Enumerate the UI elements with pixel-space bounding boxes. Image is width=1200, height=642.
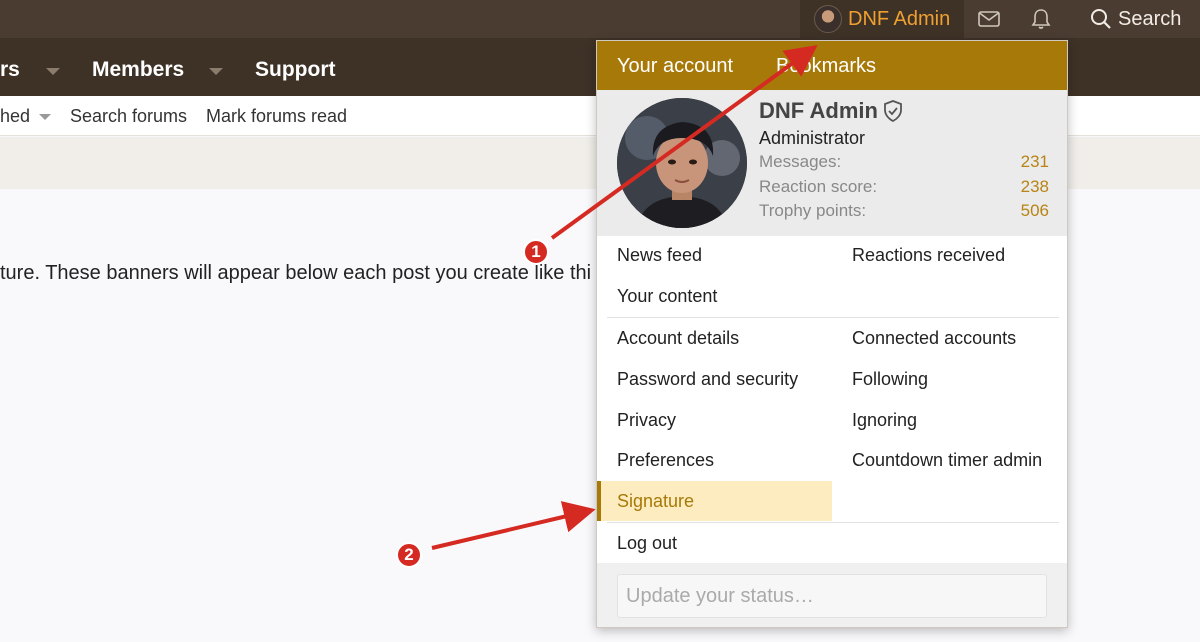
chevron-down-icon[interactable] [46, 68, 60, 75]
profile-name[interactable]: DNF Admin [759, 98, 905, 124]
stat-value-messages[interactable]: 231 [1021, 152, 1049, 172]
account-menu: Your account Bookmarks DNF Admin Adminis… [596, 40, 1068, 628]
account-menu-tabs: Your account Bookmarks [597, 41, 1067, 90]
menu-item-news-feed[interactable]: News feed [617, 245, 702, 266]
subnav-search-forums[interactable]: Search forums [70, 106, 187, 127]
tab-bookmarks[interactable]: Bookmarks [776, 55, 876, 78]
menu-item-password-security[interactable]: Password and security [617, 369, 798, 390]
chevron-down-icon[interactable] [209, 68, 223, 75]
stat-label-reaction-score: Reaction score: [759, 177, 878, 196]
stat-value-trophy-points[interactable]: 506 [1021, 201, 1049, 221]
page-body-text: ture. These banners will appear below ea… [0, 262, 592, 284]
search-button[interactable]: Search [1090, 0, 1181, 38]
status-input[interactable] [617, 574, 1047, 618]
status-update-footer [597, 563, 1067, 627]
bell-icon[interactable] [1029, 7, 1053, 31]
nav-item-partial[interactable]: rs [0, 58, 20, 82]
nav-item-members[interactable]: Members [92, 58, 184, 82]
menu-divider [607, 317, 1059, 318]
annotation-badge-1: 1 [523, 239, 549, 265]
menu-item-connected-accounts[interactable]: Connected accounts [852, 328, 1016, 349]
chevron-down-icon[interactable] [39, 114, 51, 120]
menu-item-your-content[interactable]: Your content [617, 286, 717, 307]
shield-check-icon [884, 100, 902, 123]
menu-item-signature[interactable]: Signature [617, 491, 694, 512]
tab-your-account[interactable]: Your account [617, 55, 733, 78]
menu-item-reactions-received[interactable]: Reactions received [852, 245, 1005, 266]
account-name: DNF Admin [848, 7, 951, 30]
menu-item-ignoring[interactable]: Ignoring [852, 410, 917, 431]
avatar [814, 5, 842, 33]
stat-label-trophy-points: Trophy points: [759, 201, 867, 220]
envelope-icon[interactable] [977, 7, 1001, 31]
menu-divider [607, 522, 1059, 523]
menu-item-preferences[interactable]: Preferences [617, 450, 714, 471]
stat-value-reaction-score[interactable]: 238 [1021, 177, 1049, 197]
profile-summary: DNF Admin Administrator Messages: 231 Re… [597, 90, 1067, 236]
search-icon [1091, 9, 1111, 29]
menu-item-countdown-timer-admin[interactable]: Countdown timer admin [852, 450, 1042, 471]
account-menu-link[interactable]: DNF Admin [800, 0, 964, 38]
stat-label-messages: Messages: [759, 152, 842, 171]
search-label: Search [1118, 7, 1182, 30]
menu-item-privacy[interactable]: Privacy [617, 410, 676, 431]
subnav-item-partial[interactable]: hed [0, 106, 30, 127]
subnav-mark-forums-read[interactable]: Mark forums read [206, 106, 347, 127]
menu-item-log-out[interactable]: Log out [617, 533, 677, 554]
menu-item-account-details[interactable]: Account details [617, 328, 739, 349]
annotation-badge-2: 2 [396, 542, 422, 568]
profile-role: Administrator [759, 128, 866, 148]
profile-avatar[interactable] [617, 98, 747, 228]
menu-item-following[interactable]: Following [852, 369, 928, 390]
top-bar: DNF Admin Search [0, 0, 1200, 38]
nav-item-support[interactable]: Support [255, 58, 335, 82]
